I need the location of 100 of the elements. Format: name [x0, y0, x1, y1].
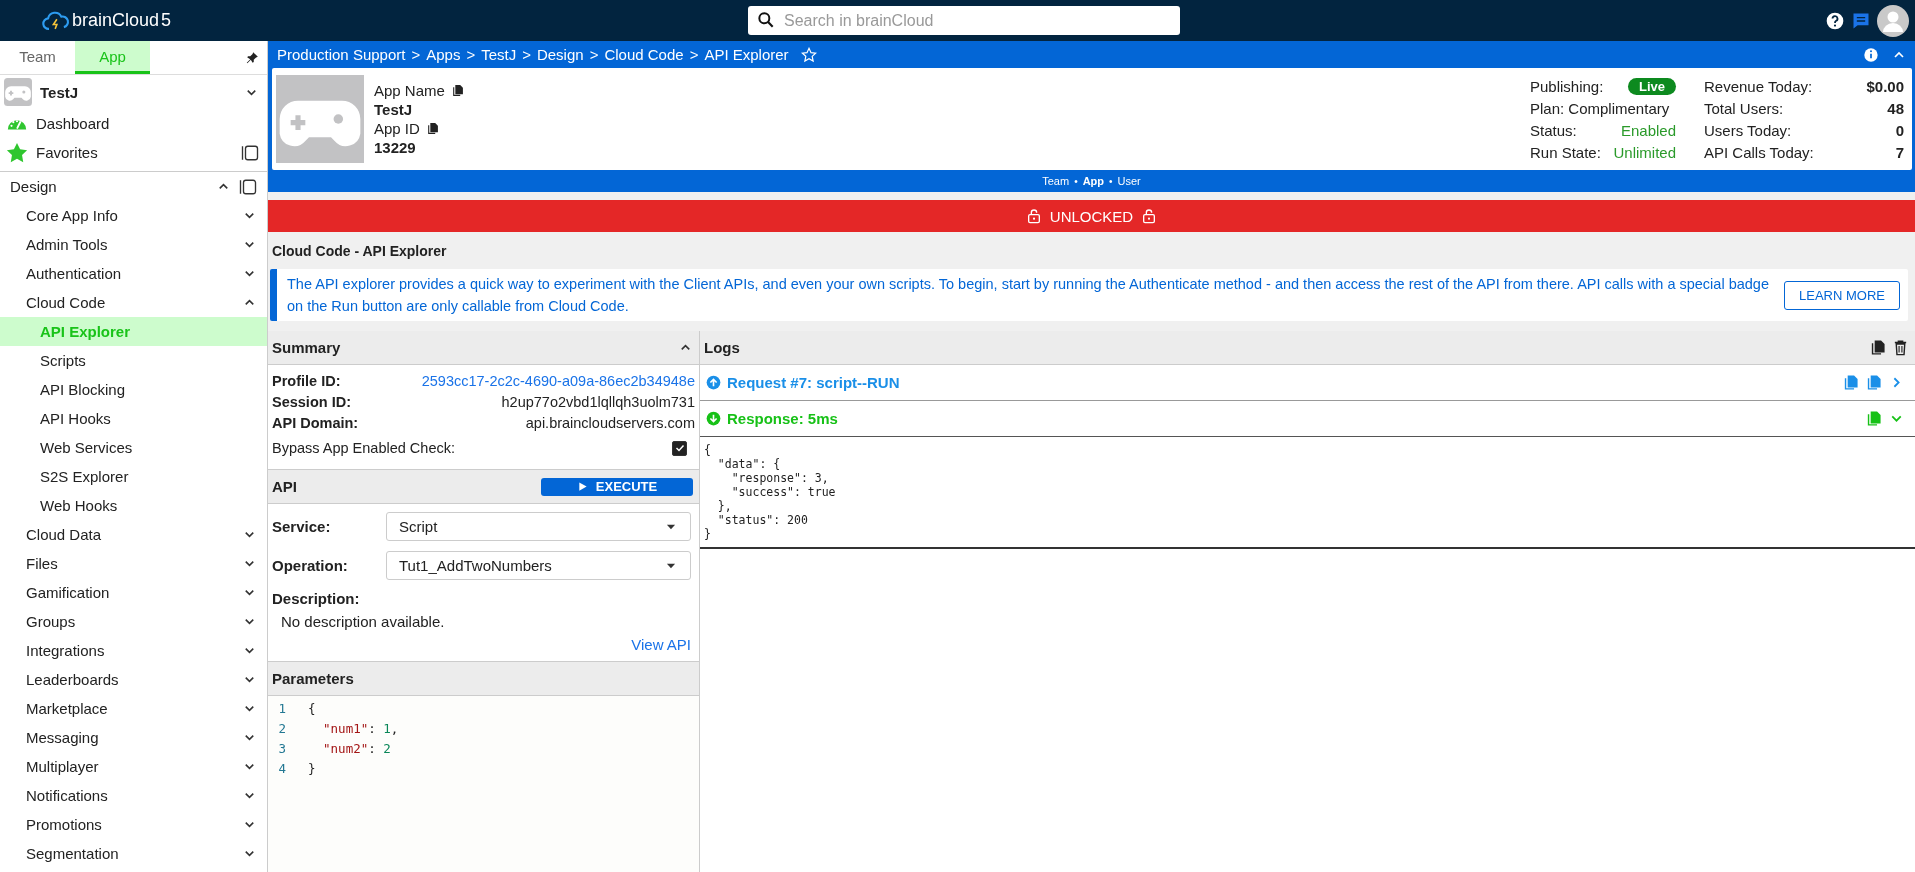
field-label: Profile ID: — [272, 372, 341, 389]
field-label: Session ID: — [272, 393, 351, 410]
nav-item[interactable]: S2S Explorer — [0, 462, 267, 491]
nav-item[interactable]: Authentication — [0, 259, 267, 288]
nav-item[interactable]: Notifications — [0, 781, 267, 810]
sidebar-link[interactable]: Dashboard — [0, 109, 267, 138]
link-label: Favorites — [36, 144, 99, 161]
breadcrumb-separator: > — [689, 46, 699, 63]
sidebar-link[interactable]: Favorites — [0, 138, 267, 167]
panel-title: Summary — [272, 339, 341, 356]
help-icon[interactable] — [1825, 10, 1845, 31]
nav-item[interactable]: Multiplayer — [0, 752, 267, 781]
nav-item[interactable]: Admin Tools — [0, 230, 267, 259]
breadcrumb-link[interactable]: API Explorer — [704, 46, 789, 63]
dropdown[interactable]: Script — [386, 512, 691, 541]
nav-item[interactable]: Cloud Data — [0, 520, 267, 549]
nav-item[interactable]: Leaderboards — [0, 665, 267, 694]
breadcrumb-separator: > — [589, 46, 599, 63]
stat-value: 48 — [1887, 99, 1904, 117]
execute-button[interactable]: EXECUTE — [541, 477, 693, 496]
star-outline-icon[interactable] — [800, 46, 817, 63]
nav-item[interactable]: Gamification — [0, 578, 267, 607]
code-line: } — [308, 760, 316, 776]
panel-title: Logs — [704, 339, 740, 356]
field-label: Total Users: — [1704, 99, 1784, 117]
line-number: 2 — [277, 720, 287, 736]
code-editor[interactable]: 1 { 2 "num1": 1, 3 "num2": 2 4 } — [268, 696, 699, 872]
play-icon — [576, 481, 588, 492]
code-line: "num2": 2 — [322, 740, 391, 756]
lock-icon — [1025, 208, 1042, 224]
nav-item[interactable]: Core App Info — [0, 201, 267, 230]
breadcrumb-link[interactable]: TestJ — [481, 46, 517, 63]
field-label: API Calls Today: — [1704, 143, 1814, 161]
stat-value: 7 — [1895, 143, 1904, 161]
field-label: Revenue Today: — [1704, 77, 1813, 95]
view-api-link[interactable]: View API — [631, 636, 691, 653]
panel-icon[interactable] — [239, 177, 257, 196]
nav-item[interactable]: Promotions — [0, 810, 267, 839]
checkmark-icon — [673, 442, 686, 454]
trash-icon[interactable] — [1892, 339, 1909, 356]
context-link[interactable]: Team — [1042, 175, 1070, 187]
copy-icon[interactable] — [425, 122, 439, 135]
stat-value: $0.00 — [1866, 77, 1904, 95]
breadcrumb-link[interactable]: Design — [536, 46, 584, 63]
breadcrumb-separator: > — [411, 46, 421, 63]
learn-more-button[interactable]: LEARN MORE — [1784, 280, 1900, 310]
field-label: Publishing: — [1530, 77, 1604, 95]
info-icon[interactable] — [1863, 46, 1879, 63]
breadcrumb-link[interactable]: Cloud Code — [604, 46, 684, 63]
copy-icon[interactable] — [450, 84, 464, 97]
nav-item[interactable]: Web Services — [0, 433, 267, 462]
info-text: The API explorer provides a quick way to experiment with the Client APIs, and even your own scripts. To begin, start by running the Authenticate method - and then access the rest of the API from there. API calls with a special badge on the Run button are only callable from Cloud Code. — [287, 275, 1770, 316]
nav-item[interactable]: Marketplace — [0, 694, 267, 723]
nav-item[interactable]: Files — [0, 549, 267, 578]
profile-id-link[interactable]: 2593cc17-2c2c-4690-a09a-86ec2b34948e — [421, 372, 695, 389]
stat-value: 0 — [1895, 121, 1904, 139]
code-line: "num1": 1, — [322, 720, 399, 736]
app-image-icon — [276, 75, 364, 163]
app-name: TestJ — [40, 83, 80, 101]
nav-item[interactable]: API Blocking — [0, 375, 267, 404]
context-link[interactable]: User — [1117, 175, 1141, 187]
nav-item[interactable]: API Hooks — [0, 404, 267, 433]
pin-icon[interactable] — [245, 50, 259, 65]
nav-item[interactable]: Cloud Code — [0, 288, 267, 317]
nav-item[interactable]: Groups — [0, 607, 267, 636]
field-label: Users Today: — [1704, 121, 1792, 139]
run-state-value: Unlimited — [1613, 143, 1676, 161]
field-label: Run State: — [1530, 143, 1601, 161]
breadcrumb-link[interactable]: Apps — [426, 46, 461, 63]
context-link[interactable]: App — [1082, 175, 1105, 187]
dropdown[interactable]: Tut1_AddTwoNumbers — [386, 551, 691, 580]
line-number: 1 — [277, 700, 287, 716]
field-label: Description: — [272, 590, 361, 607]
panel-icon[interactable] — [241, 143, 259, 162]
nav-item[interactable]: Scripts — [0, 346, 267, 375]
avatar-icon[interactable] — [1877, 4, 1909, 37]
field-label: Operation: — [272, 557, 349, 574]
panel-title: API — [272, 478, 297, 495]
app-name-value: TestJ — [374, 101, 414, 118]
nav-item[interactable]: Integrations — [0, 636, 267, 665]
separator-dot: • — [1109, 175, 1113, 187]
copy-icon[interactable] — [1869, 339, 1886, 356]
lock-icon — [1141, 208, 1158, 224]
line-number: 4 — [277, 760, 287, 776]
gamepad-icon — [4, 78, 32, 106]
field-value: h2up77o2vbd1lqllqh3uolm731 — [501, 393, 695, 410]
nav-item[interactable]: Design — [0, 172, 267, 201]
field-label: API Domain: — [272, 414, 359, 431]
nav-item[interactable]: Web Hooks — [0, 491, 267, 520]
checkbox[interactable] — [672, 440, 687, 456]
star-icon — [6, 141, 28, 164]
field-label: Status: — [1530, 121, 1577, 139]
nav-item[interactable]: Messaging — [0, 723, 267, 752]
breadcrumb-separator: > — [466, 46, 476, 63]
logo-text: brainCloud — [72, 10, 160, 31]
breadcrumb-link[interactable]: Production Support — [277, 46, 406, 63]
lock-banner[interactable]: UNLOCKED — [268, 200, 1915, 232]
search-field[interactable]: Search in brainCloud — [748, 6, 1180, 35]
nav-item[interactable]: Segmentation — [0, 839, 267, 868]
app-selector[interactable]: TestJ — [0, 75, 267, 109]
